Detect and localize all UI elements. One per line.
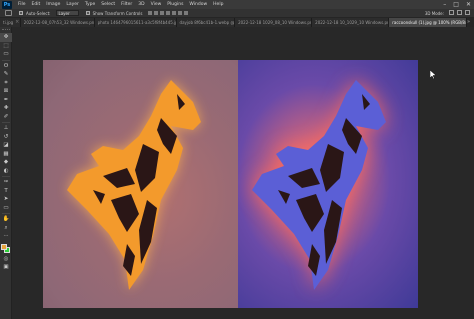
tab-label: dayjob 8f6bc41b-1.webp @: [179, 20, 235, 25]
show-transform-checkbox[interactable]: [85, 11, 90, 15]
toolbar-grip[interactable]: [1, 29, 10, 31]
toolbar-separator: [1, 122, 10, 123]
history-brush-tool-icon[interactable]: ↺: [0, 133, 12, 142]
menu-image[interactable]: Image: [43, 0, 63, 9]
photoshop-logo-icon: Ps: [2, 0, 12, 9]
align-left-icon[interactable]: [148, 11, 153, 15]
menu-3d[interactable]: 3D: [135, 0, 147, 9]
minimize-icon[interactable]: –: [443, 0, 446, 9]
auto-select-checkbox[interactable]: [19, 11, 23, 15]
pen-tool-icon[interactable]: ✑: [0, 178, 12, 187]
tab-label: 2022-12-08_07h53_32 Windows.png: [23, 20, 95, 25]
document-tab[interactable]: 2022-12-18 10_1029_10 Windows.png×: [312, 18, 390, 27]
color-swatches: [0, 243, 12, 255]
document-canvas[interactable]: [43, 60, 418, 308]
screen-mode-icon[interactable]: ▣: [0, 263, 12, 272]
gradient-tool-icon[interactable]: ▦: [0, 150, 12, 159]
eyedropper-tool-icon[interactable]: ✒: [0, 96, 12, 105]
toolbar-separator: [1, 59, 10, 61]
menu-filter[interactable]: Filter: [118, 0, 135, 9]
tab-label: 2022-12-18 10_1029_10 Windows.png: [315, 20, 390, 25]
canvas-area[interactable]: [12, 27, 474, 319]
auto-select-dropdown[interactable]: Layer: [55, 10, 79, 16]
quick-mask-icon[interactable]: ◎: [0, 255, 12, 264]
tab-overflow-icon[interactable]: »: [467, 18, 470, 27]
clone-stamp-tool-icon[interactable]: ⊥: [0, 124, 12, 133]
tool-list: ✥ ⬚ ▭ ʘ ✎ ⌗ ⊠ ✒ ✚ ✐ ⊥ ↺ ◪ ▦ ◆ ◐ ✑ T ➤ ▭ ✋ ⌕ ···: [0, 33, 12, 241]
image-right-purple-wolf: [238, 60, 418, 308]
document-tab[interactable]: ti.jpg ×: [0, 18, 21, 27]
frame-tool-icon[interactable]: ⊠: [0, 87, 12, 96]
search-icon[interactable]: [449, 10, 454, 15]
toolbar-separator: [1, 213, 10, 214]
menu-plugins[interactable]: Plugins: [164, 0, 186, 9]
zoom-tool-icon[interactable]: ⌕: [0, 224, 12, 233]
crop-tool-icon[interactable]: ⌗: [0, 79, 12, 88]
tab-close-icon[interactable]: ×: [15, 18, 19, 27]
marquee-tool-icon[interactable]: ▭: [0, 50, 12, 59]
artboard-tool-icon[interactable]: ⬚: [0, 42, 12, 51]
menu-view[interactable]: View: [148, 0, 165, 9]
brush-tool-icon[interactable]: ✐: [0, 113, 12, 122]
show-transform-label: Show Transform Controls: [92, 10, 143, 16]
move-tool-icon[interactable]: ✥: [0, 33, 12, 42]
document-tab[interactable]: dayjob 8f6bc41b-1.webp @×: [176, 18, 236, 27]
align-right-icon[interactable]: [160, 11, 165, 15]
image-left-orange-wolf: [43, 60, 238, 308]
maximize-icon[interactable]: □: [453, 0, 459, 9]
document-tab[interactable]: photo 1464796015611-a3c5f8f4b445.jpg×: [94, 18, 177, 27]
menu-edit[interactable]: Edit: [29, 0, 44, 9]
lasso-tool-icon[interactable]: ʘ: [0, 62, 12, 71]
tab-label: raccoonskull (1).jpg @ 100% (RGB/8#): [392, 20, 467, 25]
wolf-head-orange-icon: [67, 80, 201, 290]
tab-label: 2022-12-18 1029_08_10 Windows.png: [238, 20, 313, 25]
window-controls: – □ ✕: [443, 0, 471, 9]
healing-brush-tool-icon[interactable]: ✚: [0, 104, 12, 113]
document-tab[interactable]: 2022-12-08_07h53_32 Windows.png×: [20, 18, 95, 27]
menu-bar: Ps File Edit Image Layer Type Select Fil…: [0, 0, 474, 9]
auto-select-label: Auto-Select:: [26, 10, 51, 16]
more-align-icon[interactable]: [184, 11, 189, 15]
type-tool-icon[interactable]: T: [0, 187, 12, 196]
more-tools-icon[interactable]: ···: [0, 232, 12, 241]
document-tab[interactable]: 2022-12-18 1029_08_10 Windows.png×: [235, 18, 313, 27]
tab-label: photo 1464796015611-a3c5f8f4b445.jpg: [97, 20, 177, 25]
tool-extra: ◎ ▣: [0, 255, 11, 272]
options-bar: Auto-Select: Layer Show Transform Contro…: [0, 9, 474, 18]
align-top-icon[interactable]: [166, 11, 171, 15]
menu-type[interactable]: Type: [82, 0, 98, 9]
document-tabs: ti.jpg× 2022-12-08_07h53_32 Windows.png×…: [0, 18, 474, 27]
tools-panel: ✥ ⬚ ▭ ʘ ✎ ⌗ ⊠ ✒ ✚ ✐ ⊥ ↺ ◪ ▦ ◆ ◐ ✑ T ➤ ▭ ✋ ⌕ ··· ◎ ▣: [0, 27, 12, 319]
3d-mode-label: 3D Mode:: [424, 10, 444, 16]
menu-help[interactable]: Help: [210, 0, 226, 9]
align-middle-icon[interactable]: [172, 11, 177, 15]
eraser-tool-icon[interactable]: ◪: [0, 141, 12, 150]
align-bottom-icon[interactable]: [178, 11, 183, 15]
menu-window[interactable]: Window: [186, 0, 210, 9]
blur-tool-icon[interactable]: ◆: [0, 158, 12, 167]
align-buttons: [148, 11, 189, 15]
shape-tool-icon[interactable]: ▭: [0, 204, 12, 213]
document-tab-active[interactable]: raccoonskull (1).jpg @ 100% (RGB/8#)×: [389, 18, 467, 27]
move-tool-preset-icon[interactable]: [5, 10, 12, 16]
menu-select[interactable]: Select: [98, 0, 118, 9]
wolf-head-purple-icon: [252, 80, 386, 290]
toolbar-separator: [1, 176, 10, 177]
share-icon[interactable]: [465, 10, 470, 15]
path-select-tool-icon[interactable]: ➤: [0, 195, 12, 204]
menu-file[interactable]: File: [15, 0, 29, 9]
menu-layer[interactable]: Layer: [63, 0, 82, 9]
foreground-color-swatch[interactable]: [1, 243, 7, 250]
align-center-icon[interactable]: [154, 11, 159, 15]
tab-label: ti.jpg: [3, 20, 14, 25]
mouse-cursor-icon: [430, 70, 436, 79]
workspace-icon[interactable]: [457, 10, 462, 15]
hand-tool-icon[interactable]: ✋: [0, 215, 12, 224]
close-icon[interactable]: ✕: [466, 0, 471, 9]
quick-select-tool-icon[interactable]: ✎: [0, 70, 12, 79]
dodge-tool-icon[interactable]: ◐: [0, 167, 12, 176]
options-right-icons: [449, 10, 470, 15]
